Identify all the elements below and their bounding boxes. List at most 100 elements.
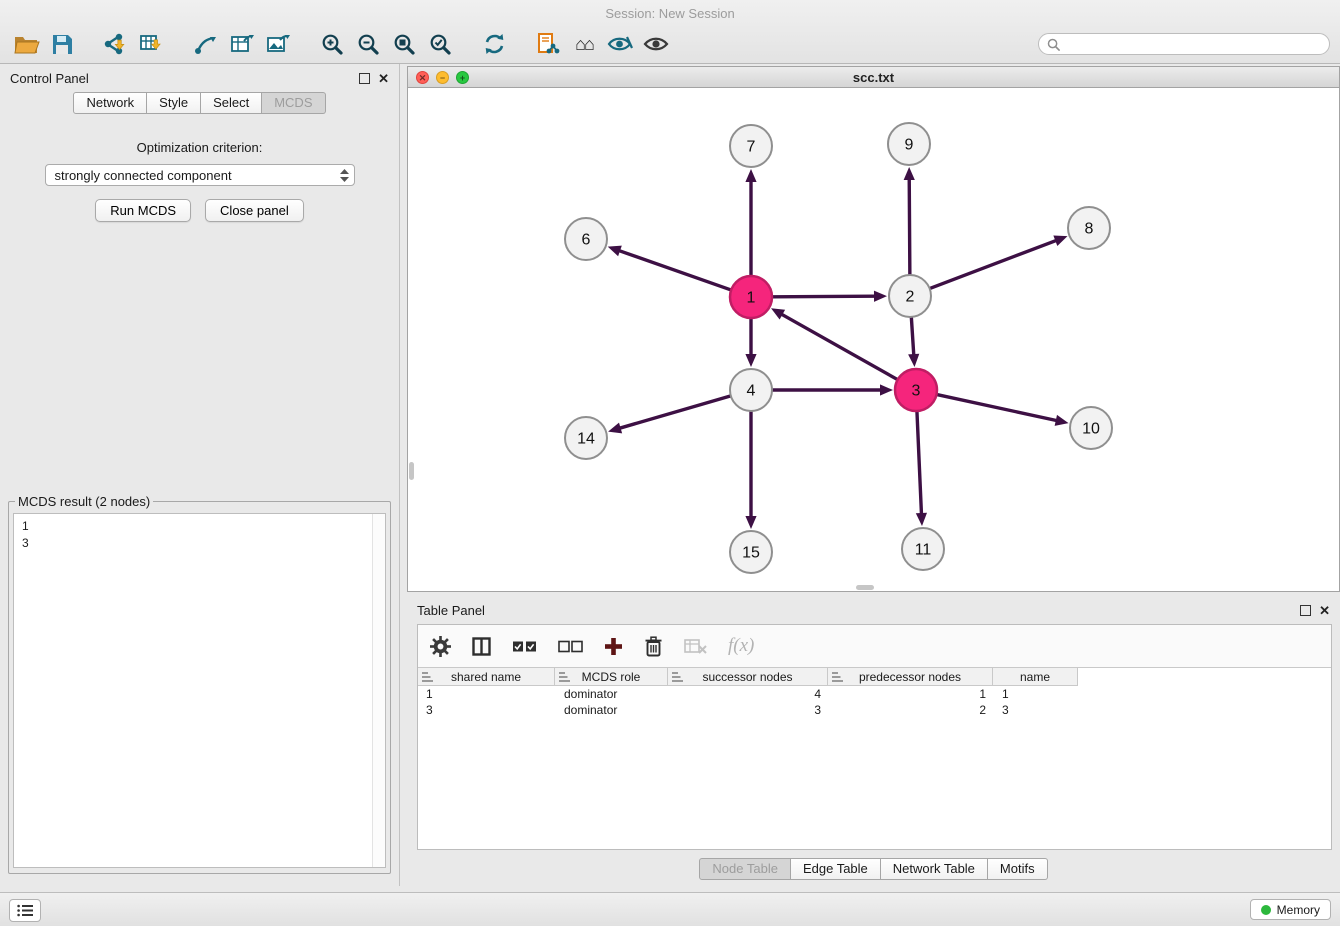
window-minimize-button[interactable]: − xyxy=(436,71,449,84)
function-builder-button[interactable]: f(x) xyxy=(728,635,754,657)
graph-edge-arrow xyxy=(745,169,756,182)
sort-icon xyxy=(832,672,843,682)
memory-button[interactable]: Memory xyxy=(1250,899,1331,920)
app-header: Session: New Session xyxy=(0,0,1340,64)
run-mcds-button[interactable]: Run MCDS xyxy=(95,199,191,222)
zoom-selected-button[interactable] xyxy=(422,28,458,60)
canvas-horizontal-scrollbar[interactable] xyxy=(856,585,874,590)
graph-edge-3-1[interactable] xyxy=(782,315,896,380)
zoom-fit-icon xyxy=(393,33,416,56)
column-label: successor nodes xyxy=(702,670,792,684)
graph-node-label: 14 xyxy=(577,431,595,448)
graph-edge-2-3[interactable] xyxy=(911,318,913,354)
tab-network[interactable]: Network xyxy=(73,92,147,114)
graph-edge-1-6[interactable] xyxy=(620,251,730,290)
graph-node-15[interactable]: 15 xyxy=(730,531,772,573)
graph-node-9[interactable]: 9 xyxy=(888,123,930,165)
graph-node-3[interactable]: 3 xyxy=(895,369,937,411)
table-row[interactable]: 1 dominator 4 1 1 xyxy=(418,686,1331,702)
network-window-titlebar[interactable]: ✕ − + scc.txt xyxy=(407,66,1340,88)
export-table-button[interactable] xyxy=(224,28,260,60)
graph-edge-2-9[interactable] xyxy=(909,180,910,274)
clone-network-button[interactable] xyxy=(530,28,566,60)
delete-column-button[interactable] xyxy=(644,636,663,657)
cell-name: 1 xyxy=(994,686,1079,702)
tab-edge-table[interactable]: Edge Table xyxy=(791,858,881,880)
graph-node-10[interactable]: 10 xyxy=(1070,407,1112,449)
import-network-icon xyxy=(103,33,129,55)
tab-mcds[interactable]: MCDS xyxy=(262,92,325,114)
show-column-button[interactable] xyxy=(472,637,491,656)
column-header-successor-nodes[interactable]: successor nodes xyxy=(668,668,828,686)
graph-node-6[interactable]: 6 xyxy=(565,218,607,260)
column-label: name xyxy=(1020,670,1050,684)
mcds-result-box[interactable]: 1 3 xyxy=(13,513,386,868)
tab-network-table[interactable]: Network Table xyxy=(881,858,988,880)
import-table-button[interactable] xyxy=(134,28,170,60)
graph-node-11[interactable]: 11 xyxy=(902,528,944,570)
float-panel-icon[interactable] xyxy=(359,73,370,84)
graph-node-4[interactable]: 4 xyxy=(730,369,772,411)
graph-edge-2-8[interactable] xyxy=(931,241,1056,288)
window-close-button[interactable]: ✕ xyxy=(416,71,429,84)
graph-edge-arrow xyxy=(745,516,756,529)
search-icon xyxy=(1047,38,1060,51)
search-box[interactable] xyxy=(1038,33,1330,55)
column-header-name[interactable]: name xyxy=(993,668,1078,686)
save-session-button[interactable] xyxy=(44,28,80,60)
graph-edge-4-14[interactable] xyxy=(621,396,730,428)
graph-edge-arrow xyxy=(904,167,915,180)
plus-icon xyxy=(604,637,623,656)
graph-node-label: 3 xyxy=(912,383,921,400)
zoom-in-button[interactable] xyxy=(314,28,350,60)
column-header-shared-name[interactable]: shared name xyxy=(417,668,555,686)
tab-motifs[interactable]: Motifs xyxy=(988,858,1048,880)
graph-edge-3-10[interactable] xyxy=(937,395,1055,421)
canvas-vertical-scrollbar[interactable] xyxy=(409,462,414,480)
table-row[interactable]: 3 dominator 3 2 3 xyxy=(418,702,1331,718)
float-table-panel-icon[interactable] xyxy=(1300,605,1311,616)
graph-edge-3-11[interactable] xyxy=(917,412,921,513)
zoom-fit-button[interactable] xyxy=(386,28,422,60)
column-header-mcds-role[interactable]: MCDS role xyxy=(555,668,668,686)
task-history-button[interactable] xyxy=(9,899,41,922)
create-column-button[interactable] xyxy=(604,637,623,656)
unselect-all-columns-button[interactable] xyxy=(558,640,583,653)
open-session-button[interactable] xyxy=(8,28,44,60)
column-header-predecessor-nodes[interactable]: predecessor nodes xyxy=(828,668,993,686)
select-all-columns-button[interactable] xyxy=(512,640,537,653)
tab-style[interactable]: Style xyxy=(147,92,201,114)
graph-node-2[interactable]: 2 xyxy=(889,275,931,317)
zoom-out-button[interactable] xyxy=(350,28,386,60)
table-settings-button[interactable] xyxy=(430,636,451,657)
open-ndex-button[interactable]: ⌂⌂ xyxy=(566,28,602,60)
network-canvas[interactable]: 7 9 6 8 1 2 4 3 14 10 15 11 xyxy=(407,88,1340,592)
apply-layout-button[interactable] xyxy=(476,28,512,60)
search-input[interactable] xyxy=(1065,36,1321,52)
delete-table-button[interactable] xyxy=(684,638,707,654)
graph-node-label: 8 xyxy=(1085,221,1094,238)
new-network-from-selection-button[interactable] xyxy=(188,28,224,60)
ndex-home-icon: ⌂⌂ xyxy=(575,34,593,55)
tab-node-table[interactable]: Node Table xyxy=(699,858,791,880)
network-arrows-icon xyxy=(194,33,218,55)
graph-node-14[interactable]: 14 xyxy=(565,417,607,459)
graph-node-7[interactable]: 7 xyxy=(730,125,772,167)
graph-edge-1-2[interactable] xyxy=(773,296,874,297)
tab-select[interactable]: Select xyxy=(201,92,262,114)
zoom-selected-icon xyxy=(429,33,452,56)
show-hide-button[interactable] xyxy=(638,28,674,60)
graph-node-8[interactable]: 8 xyxy=(1068,207,1110,249)
close-panel-icon[interactable]: ✕ xyxy=(378,72,389,85)
table-panel-tabs: Node Table Edge Table Network Table Moti… xyxy=(407,858,1340,880)
close-panel-button[interactable]: Close panel xyxy=(205,199,304,222)
import-network-button[interactable] xyxy=(98,28,134,60)
graphics-details-button[interactable] xyxy=(602,28,638,60)
result-scrollbar[interactable] xyxy=(372,514,385,867)
network-graph[interactable]: 7 9 6 8 1 2 4 3 14 10 15 11 xyxy=(408,88,1339,591)
optimization-criterion-select[interactable]: strongly connected component xyxy=(45,164,355,186)
export-image-button[interactable] xyxy=(260,28,296,60)
graph-node-1[interactable]: 1 xyxy=(730,276,772,318)
close-table-panel-icon[interactable]: ✕ xyxy=(1319,604,1330,617)
window-zoom-button[interactable]: + xyxy=(456,71,469,84)
